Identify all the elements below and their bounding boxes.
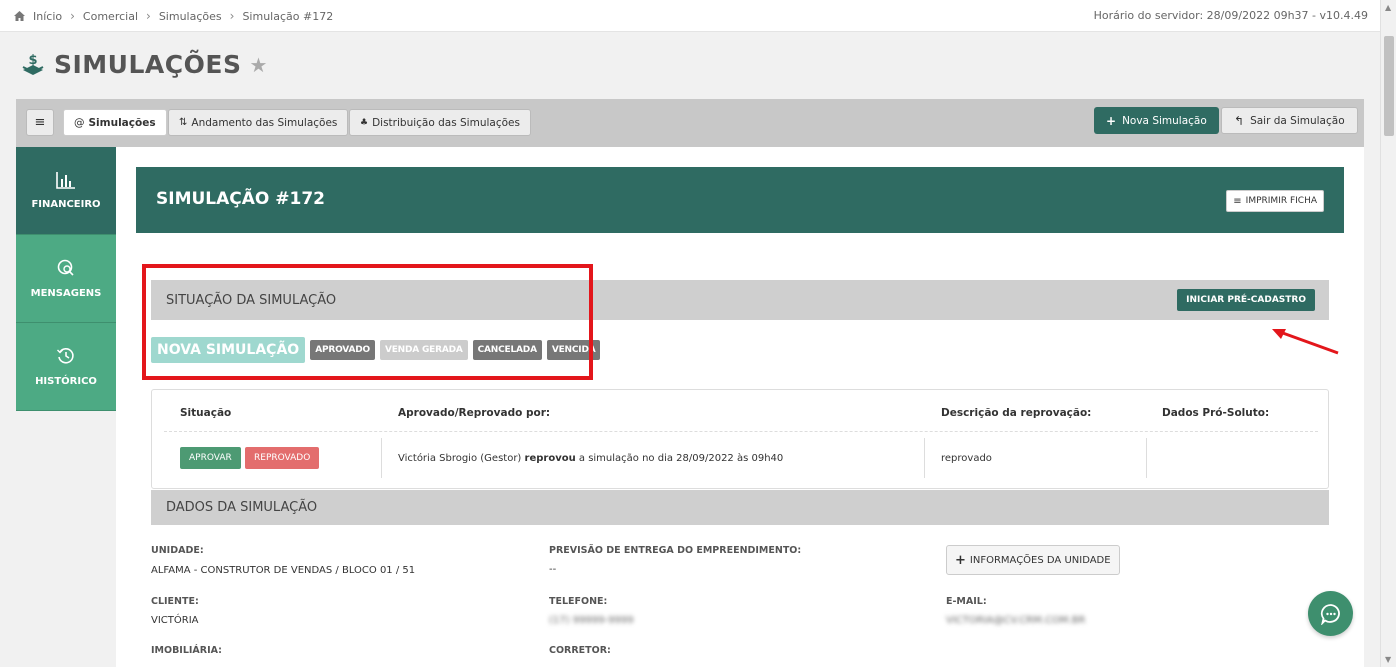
plus-icon: + — [1106, 113, 1117, 128]
side-nav: FINANCEIRO MENSAGENS HISTÓRICO — [16, 147, 116, 411]
tab-label: Distribuição das Simulações — [372, 116, 520, 129]
star-icon[interactable]: ★ — [249, 53, 267, 77]
sidenav-item-historico[interactable]: HISTÓRICO — [16, 323, 116, 411]
imobiliaria-label: IMOBILIÁRIA: — [151, 645, 222, 656]
tab-label: Andamento das Simulações — [191, 116, 338, 129]
svg-text:$: $ — [28, 53, 37, 68]
hamburger-icon: ≡ — [34, 115, 46, 130]
breadcrumb: Início › Comercial › Simulações › Simula… — [14, 9, 333, 23]
status-table: Situação Aprovado/Reprovado por: Descriç… — [151, 389, 1329, 489]
chevron-right-icon: › — [229, 9, 235, 23]
status-badge-aprovado: APROVADO — [310, 340, 375, 360]
breadcrumb-inicio[interactable]: Início — [33, 10, 62, 23]
breadcrumb-comercial[interactable]: Comercial — [83, 10, 138, 23]
tabs-bar: ≡ @ Simulações ⇅ Andamento das Simulaçõe… — [16, 99, 1364, 147]
page-title: SIMULAÇÕES — [54, 50, 242, 79]
plus-icon: + — [955, 552, 966, 568]
email-label: E-MAIL: — [946, 596, 987, 607]
breadcrumb-current: Simulação #172 — [242, 9, 334, 23]
corretor-label: CORRETOR: — [549, 645, 611, 656]
tab-simulacoes[interactable]: @ Simulações — [63, 109, 167, 136]
sidenav-label: FINANCEIRO — [31, 199, 101, 210]
situacao-title: SITUAÇÃO DA SIMULAÇÃO — [166, 293, 337, 308]
chevron-right-icon: › — [146, 9, 151, 23]
approval-info: Victória Sbrogio (Gestor) reprovou a sim… — [398, 453, 783, 464]
sort-icon: ⇅ — [179, 117, 188, 128]
tab-label: Simulações — [88, 116, 156, 129]
scrollbar-thumb[interactable] — [1384, 36, 1394, 136]
sidenav-item-financeiro[interactable]: FINANCEIRO — [16, 147, 116, 235]
history-icon — [57, 348, 74, 364]
th-dados-pro-soluto: Dados Pró-Soluto: — [1162, 407, 1270, 419]
unidade-value: ALFAMA - CONSTRUTOR DE VENDAS / BLOCO 01… — [151, 565, 416, 576]
reprovacao-descricao: reprovado — [941, 453, 992, 464]
th-descricao: Descrição da reprovação: — [941, 407, 1092, 419]
column-divider — [381, 438, 382, 478]
email-value: VICTORIA@CV.CRM.COM.BR — [946, 615, 1086, 626]
telefone-value: (17) 99999-9999 — [549, 615, 634, 626]
at-icon: @ — [74, 116, 85, 129]
scroll-up-icon[interactable]: ▲ — [1385, 3, 1391, 12]
reply-icon: ↰ — [1234, 113, 1245, 128]
telefone-label: TELEFONE: — [549, 596, 608, 607]
home-icon — [14, 11, 25, 21]
table-divider — [164, 431, 1318, 432]
imprimir-ficha-button[interactable]: ≡ IMPRIMIR FICHA — [1226, 190, 1324, 212]
column-divider — [924, 438, 925, 478]
sidenav-label: HISTÓRICO — [35, 376, 97, 387]
breadcrumb-simulacoes[interactable]: Simulações — [159, 10, 222, 23]
server-time: Horário do servidor: 28/09/2022 09h37 - … — [1093, 9, 1368, 22]
chat-search-icon — [57, 259, 74, 276]
previsao-value: -- — [549, 564, 557, 575]
annotation-arrow-icon — [1272, 329, 1339, 355]
scroll-down-icon[interactable]: ▼ — [1385, 655, 1391, 664]
button-label: INFORMAÇÕES DA UNIDADE — [969, 554, 1111, 566]
sitemap-icon: ♣ — [360, 117, 369, 128]
th-situacao: Situação — [180, 407, 232, 419]
approval-action: reprovou — [524, 453, 576, 464]
tab-distribuicao[interactable]: ♣ Distribuição das Simulações — [349, 109, 531, 136]
approval-date: a simulação no dia 28/09/2022 às 09h40 — [578, 453, 784, 464]
dados-title: DADOS DA SIMULAÇÃO — [166, 500, 318, 515]
approver-name: Victória Sbrogio (Gestor) — [398, 453, 522, 464]
list-icon: ≡ — [1233, 195, 1242, 207]
situacao-section-bar: SITUAÇÃO DA SIMULAÇÃO INICIAR PRÉ-CADAST… — [151, 280, 1329, 320]
previsao-label: PREVISÃO DE ENTREGA DO EMPREENDIMENTO: — [549, 545, 802, 556]
chevron-right-icon: › — [70, 9, 75, 23]
button-label: IMPRIMIR FICHA — [1245, 196, 1317, 206]
informacoes-unidade-button[interactable]: + INFORMAÇÕES DA UNIDADE — [946, 545, 1120, 575]
top-bar: Início › Comercial › Simulações › Simula… — [0, 0, 1380, 32]
page-header: $ SIMULAÇÕES ★ — [20, 50, 267, 79]
button-label: Sair da Simulação — [1250, 114, 1345, 127]
reprovado-button[interactable]: REPROVADO — [245, 447, 320, 469]
chat-button[interactable] — [1308, 591, 1353, 636]
th-aprovado-por: Aprovado/Reprovado por: — [398, 407, 551, 419]
dados-section-bar: DADOS DA SIMULAÇÃO — [151, 490, 1329, 525]
column-divider — [1146, 438, 1147, 478]
status-badge-nova: NOVA SIMULAÇÃO — [151, 337, 306, 363]
nova-simulacao-button[interactable]: + Nova Simulação — [1094, 107, 1219, 134]
iniciar-pre-cadastro-button[interactable]: INICIAR PRÉ-CADASTRO — [1177, 289, 1315, 311]
status-badge-vencida: VENCIDA — [546, 340, 601, 360]
aprovar-button[interactable]: APROVAR — [180, 447, 241, 469]
main-content: SIMULAÇÃO #172 ≡ IMPRIMIR FICHA SITUAÇÃO… — [116, 147, 1364, 667]
unidade-label: UNIDADE: — [151, 545, 204, 556]
cliente-value: VICTÓRIA — [151, 615, 199, 626]
simulation-title: SIMULAÇÃO #172 — [156, 189, 326, 209]
sidenav-item-mensagens[interactable]: MENSAGENS — [16, 235, 116, 323]
tab-andamento[interactable]: ⇅ Andamento das Simulações — [168, 109, 349, 136]
money-icon: $ — [22, 53, 44, 75]
bar-chart-icon — [56, 172, 75, 189]
sidenav-label: MENSAGENS — [30, 288, 102, 299]
sair-simulacao-button[interactable]: ↰ Sair da Simulação — [1221, 107, 1358, 134]
chat-bubble-icon — [1320, 603, 1340, 625]
button-label: Nova Simulação — [1122, 114, 1207, 127]
vertical-scrollbar[interactable]: ▲ ▼ — [1380, 0, 1396, 667]
menu-toggle-button[interactable]: ≡ — [26, 109, 54, 136]
cliente-label: CLIENTE: — [151, 596, 199, 607]
status-badge-cancelada: CANCELADA — [472, 340, 542, 360]
status-badges: NOVA SIMULAÇÃO APROVADO VENDA GERADA CAN… — [151, 337, 601, 363]
simulation-header: SIMULAÇÃO #172 ≡ IMPRIMIR FICHA — [136, 167, 1344, 233]
status-badge-venda-gerada: VENDA GERADA — [379, 340, 468, 360]
